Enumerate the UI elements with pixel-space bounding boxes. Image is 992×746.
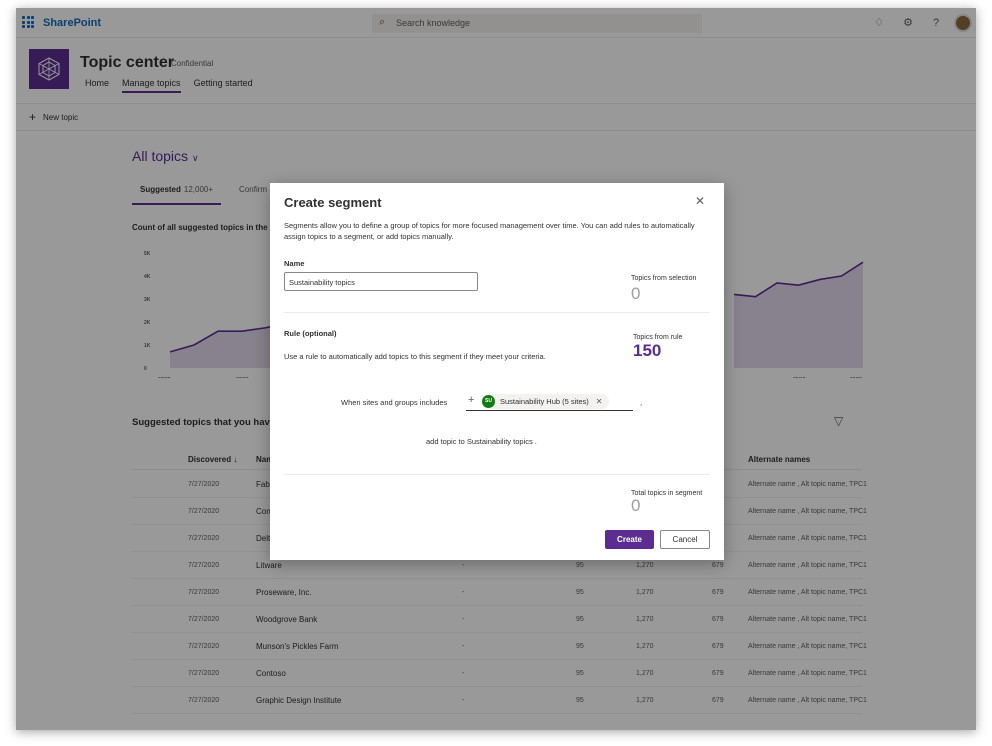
- rule-action-text: add topic to Sustainability topics .: [426, 437, 537, 446]
- topics-from-selection-label: Topics from selection: [631, 275, 697, 282]
- site-picker-underline: [466, 410, 633, 411]
- rule-comma: ,: [640, 398, 643, 407]
- dialog-title: Create segment: [284, 195, 382, 210]
- name-label: Name: [284, 259, 305, 268]
- total-topics-value: 0: [631, 496, 641, 515]
- chip-label: Sustainability Hub (5 sites): [500, 397, 589, 406]
- rule-label: Rule (optional): [284, 329, 337, 338]
- app-window: SharePoint ⌕ Search knowledge ♢ ⚙ ? Topi…: [16, 8, 976, 730]
- topics-from-selection-value: 0: [631, 284, 641, 303]
- divider: [284, 312, 710, 313]
- segment-name-field[interactable]: Sustainability topics: [284, 272, 478, 291]
- rule-condition-text: When sites and groups includes: [341, 398, 448, 407]
- close-icon[interactable]: ✕: [695, 194, 705, 208]
- divider: [284, 474, 710, 475]
- create-segment-dialog: Create segment ✕ Segments allow you to d…: [270, 183, 724, 560]
- create-button[interactable]: Create: [605, 530, 654, 549]
- dialog-description: Segments allow you to define a group of …: [284, 221, 695, 241]
- total-topics-label: Total topics in segment: [631, 490, 703, 497]
- site-chip[interactable]: SU Sustainability Hub (5 sites) ✕: [481, 394, 609, 409]
- topics-from-rule-label: Topics from rule: [633, 334, 683, 341]
- topics-from-rule-value: 150: [633, 341, 662, 360]
- remove-icon[interactable]: ✕: [596, 397, 603, 406]
- cancel-button[interactable]: Cancel: [660, 530, 710, 549]
- rule-description: Use a rule to automatically add topics t…: [284, 352, 546, 361]
- chip-avatar: SU: [482, 395, 495, 408]
- add-icon[interactable]: +: [468, 394, 474, 406]
